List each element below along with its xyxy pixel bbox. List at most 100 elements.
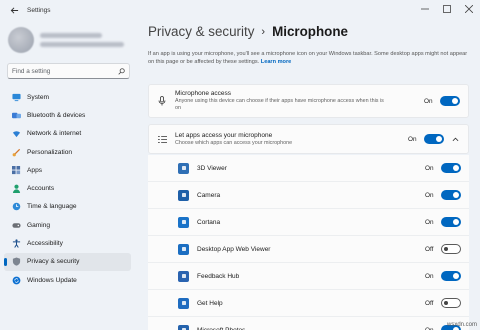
sidebar-item-label: Time & language <box>27 203 77 211</box>
sidebar-item-label: Windows Update <box>27 276 77 284</box>
app-icon <box>178 216 189 228</box>
breadcrumb-separator: › <box>261 25 266 38</box>
toggle-state-label: On <box>408 135 417 143</box>
clock-globe-icon <box>12 202 21 211</box>
sidebar-item-privacy-security[interactable]: Privacy & security <box>4 252 131 271</box>
app-access-toggle[interactable] <box>441 244 461 254</box>
sidebar-item-accessibility[interactable]: Accessibility <box>4 234 131 252</box>
toggle-state-label: Off <box>425 299 434 307</box>
sidebar-item-system[interactable]: System <box>4 88 131 106</box>
app-icon <box>178 324 189 330</box>
sidebar-item-bluetooth-devices[interactable]: Bluetooth & devices <box>4 106 131 124</box>
avatar <box>8 27 34 53</box>
app-access-toggle[interactable] <box>441 271 461 281</box>
let-apps-access-card[interactable]: Let apps access your microphone Choose w… <box>148 124 469 154</box>
chevron-up-icon[interactable] <box>450 137 460 142</box>
app-icon <box>178 162 189 174</box>
toggle-state-label: On <box>424 97 433 105</box>
sidebar-item-label: System <box>27 93 49 101</box>
app-access-toggle[interactable] <box>441 190 461 200</box>
sidebar-item-label: Gaming <box>27 221 51 229</box>
app-row: Desktop App Web Viewer Off <box>148 236 469 263</box>
main-content: Privacy & security › Microphone If an ap… <box>143 0 473 330</box>
toggle-state-label: On <box>425 272 434 280</box>
breadcrumb-parent[interactable]: Privacy & security <box>148 24 254 39</box>
page-description: If an app is using your microphone, you'… <box>148 50 473 67</box>
app-row: Get Help Off <box>148 290 469 317</box>
sidebar-item-label: Accessibility <box>27 240 63 248</box>
let-apps-access-subtitle: Choose which apps can access your microp… <box>175 139 293 146</box>
sidebar-item-accounts[interactable]: Accounts <box>4 179 131 197</box>
microphone-access-card: Microphone access Anyone using this devi… <box>148 84 469 118</box>
toggle-state-label: On <box>425 164 434 172</box>
sidebar-item-apps[interactable]: Apps <box>4 161 131 179</box>
apps-icon <box>12 165 21 175</box>
sidebar-item-label: Bluetooth & devices <box>27 111 86 119</box>
user-profile[interactable] <box>8 24 132 56</box>
app-title: Settings <box>27 6 51 14</box>
shield-icon <box>12 257 21 266</box>
app-name: 3D Viewer <box>197 164 227 172</box>
app-row: 3D Viewer On <box>148 155 469 182</box>
app-row: Cortana On <box>148 209 469 236</box>
app-name: Camera <box>197 191 221 199</box>
monitor-icon <box>12 93 21 102</box>
accessibility-icon <box>12 239 21 248</box>
app-access-toggle[interactable] <box>441 298 461 308</box>
app-icon <box>178 270 189 282</box>
person-icon <box>12 184 21 194</box>
sidebar-item-network-internet[interactable]: Network & internet <box>4 125 131 143</box>
app-row: Microsoft Photos On <box>148 317 469 330</box>
app-name: Feedback Hub <box>197 272 240 280</box>
sidebar-item-windows-update[interactable]: Windows Update <box>4 271 131 289</box>
back-button[interactable] <box>5 1 23 19</box>
app-row: Feedback Hub On <box>148 263 469 290</box>
let-apps-access-title: Let apps access your microphone <box>175 131 273 139</box>
back-arrow-icon <box>10 6 18 14</box>
list-icon <box>157 134 167 144</box>
learn-more-link[interactable]: Learn more <box>261 59 291 65</box>
update-icon <box>12 276 21 285</box>
sidebar-item-label: Personalization <box>27 148 73 156</box>
sidebar-item-label: Network & internet <box>27 130 82 138</box>
app-name: Cortana <box>197 218 221 226</box>
sidebar-item-gaming[interactable]: Gaming <box>4 216 131 234</box>
breadcrumb: Privacy & security › Microphone <box>148 24 348 39</box>
app-name: Get Help <box>197 299 223 307</box>
let-apps-access-toggle[interactable] <box>424 134 444 144</box>
microphone-access-title: Microphone access <box>175 90 231 97</box>
app-icon <box>178 243 189 255</box>
app-permission-list: 3D Viewer On Camera On Cortana On Desktop App … <box>148 155 469 330</box>
watermark: wsxdn.com <box>446 322 477 328</box>
toggle-state-label: On <box>425 326 434 330</box>
microphone-access-subtitle: Anyone using this device can choose if t… <box>175 98 384 111</box>
description-text: If an app is using your microphone, you'… <box>148 51 468 66</box>
wifi-icon <box>12 129 21 138</box>
sidebar-item-label: Privacy & security <box>27 258 80 266</box>
page-title: Microphone <box>272 24 348 39</box>
sidebar-nav: System Bluetooth & devices Network & int… <box>4 88 131 289</box>
search-input[interactable] <box>12 67 115 75</box>
brush-icon <box>12 148 21 157</box>
microphone-access-toggle[interactable] <box>440 96 460 106</box>
gamepad-icon <box>12 221 21 230</box>
toggle-state-label: On <box>425 218 434 226</box>
sidebar-item-label: Apps <box>27 166 43 174</box>
sidebar-item-label: Accounts <box>27 185 55 193</box>
search-box[interactable] <box>7 63 130 79</box>
profile-info-redacted <box>40 33 124 47</box>
search-icon[interactable] <box>115 67 125 75</box>
microphone-icon <box>157 96 167 106</box>
app-name: Desktop App Web Viewer <box>197 245 271 253</box>
app-icon <box>178 297 189 309</box>
app-access-toggle[interactable] <box>441 163 461 173</box>
bluetooth-icon <box>12 111 21 120</box>
app-row: Camera On <box>148 182 469 209</box>
toggle-state-label: Off <box>425 245 434 253</box>
toggle-state-label: On <box>425 191 434 199</box>
sidebar-item-time-language[interactable]: Time & language <box>4 198 131 216</box>
sidebar-item-personalization[interactable]: Personalization <box>4 143 131 161</box>
app-access-toggle[interactable] <box>441 217 461 227</box>
app-name: Microsoft Photos <box>197 326 246 330</box>
app-icon <box>178 189 189 201</box>
